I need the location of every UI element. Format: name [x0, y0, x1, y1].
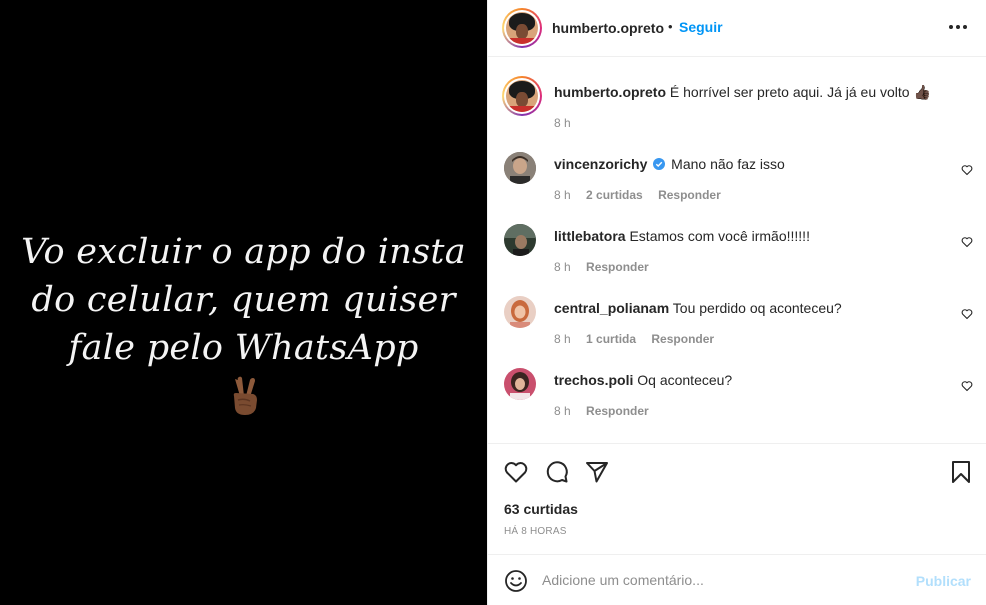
caption-text: É horrível ser preto aqui. Já já eu volt…: [669, 84, 931, 100]
caption-username[interactable]: humberto.opreto: [554, 84, 666, 100]
caption-meta: 8 h: [554, 116, 583, 130]
smiley-icon[interactable]: [504, 569, 528, 593]
comment-avatar[interactable]: [504, 368, 536, 400]
reply-button[interactable]: Responder: [586, 260, 649, 274]
comment-meta: 8 h 1 curtida Responder: [554, 332, 726, 346]
verified-badge-icon: [653, 158, 666, 170]
post-timestamp[interactable]: HÁ 8 HORAS: [504, 526, 567, 537]
comment-avatar[interactable]: [504, 296, 536, 328]
comment-username[interactable]: vincenzorichy: [554, 156, 647, 172]
comments-list: humberto.opreto É horrível ser preto aqu…: [488, 58, 986, 444]
header-separator: •: [668, 19, 673, 34]
comment-time[interactable]: 8 h: [554, 188, 571, 202]
avatar[interactable]: [502, 8, 542, 48]
comment-icon[interactable]: [544, 459, 570, 485]
heart-icon[interactable]: [961, 164, 973, 176]
heart-icon[interactable]: [503, 459, 529, 485]
comment-likes[interactable]: 2 curtidas: [586, 188, 643, 202]
more-options-icon[interactable]: [949, 25, 967, 31]
heart-icon[interactable]: [961, 380, 973, 392]
send-icon[interactable]: [584, 459, 610, 485]
comment-username[interactable]: central_polianam: [554, 300, 669, 316]
victory-hand-emoji: [233, 376, 257, 415]
follow-button[interactable]: Seguir: [679, 19, 723, 35]
post-image-caption: Vo excluir o app do insta do celular, qu…: [21, 232, 466, 368]
comment-text: Mano não faz isso: [671, 156, 785, 172]
reply-button[interactable]: Responder: [586, 404, 649, 418]
comment-username[interactable]: trechos.poli: [554, 372, 633, 388]
post-header: humberto.opreto • Seguir: [488, 0, 986, 57]
comment-avatar[interactable]: [504, 152, 536, 184]
post-image-text: Vo excluir o app do insta do celular, qu…: [0, 228, 487, 416]
comment-avatar[interactable]: [504, 224, 536, 256]
comment-input[interactable]: [542, 572, 902, 588]
comment-composer: Publicar: [488, 556, 986, 605]
comment-meta: 8 h 2 curtidas Responder: [554, 188, 733, 202]
heart-icon[interactable]: [961, 236, 973, 248]
reply-button[interactable]: Responder: [658, 188, 721, 202]
comment-meta: 8 h Responder: [554, 260, 661, 274]
publish-button[interactable]: Publicar: [916, 573, 971, 589]
heart-icon[interactable]: [961, 308, 973, 320]
comment-meta: 8 h Responder: [554, 404, 661, 418]
comment-text: Oq aconteceu?: [637, 372, 733, 388]
bookmark-icon[interactable]: [948, 459, 974, 485]
comment-time[interactable]: 8 h: [554, 404, 571, 418]
comment-time[interactable]: 8 h: [554, 332, 571, 346]
likes-count[interactable]: 63 curtidas: [504, 501, 578, 517]
comment-text: Tou perdido oq aconteceu?: [672, 300, 842, 316]
post-actions: 63 curtidas HÁ 8 HORAS: [488, 445, 986, 555]
post-side-panel: humberto.opreto • Seguir humberto.opreto…: [487, 0, 986, 605]
post-image[interactable]: Vo excluir o app do insta do celular, qu…: [0, 0, 487, 605]
header-username[interactable]: humberto.opreto: [552, 20, 664, 36]
reply-button[interactable]: Responder: [651, 332, 714, 346]
caption-avatar[interactable]: [502, 76, 542, 116]
comment-text: Estamos com você irmão!!!!!!: [629, 228, 810, 244]
comment-time[interactable]: 8 h: [554, 260, 571, 274]
comment-username[interactable]: littlebatora: [554, 228, 626, 244]
comment-likes[interactable]: 1 curtida: [586, 332, 636, 346]
caption-time[interactable]: 8 h: [554, 116, 571, 130]
